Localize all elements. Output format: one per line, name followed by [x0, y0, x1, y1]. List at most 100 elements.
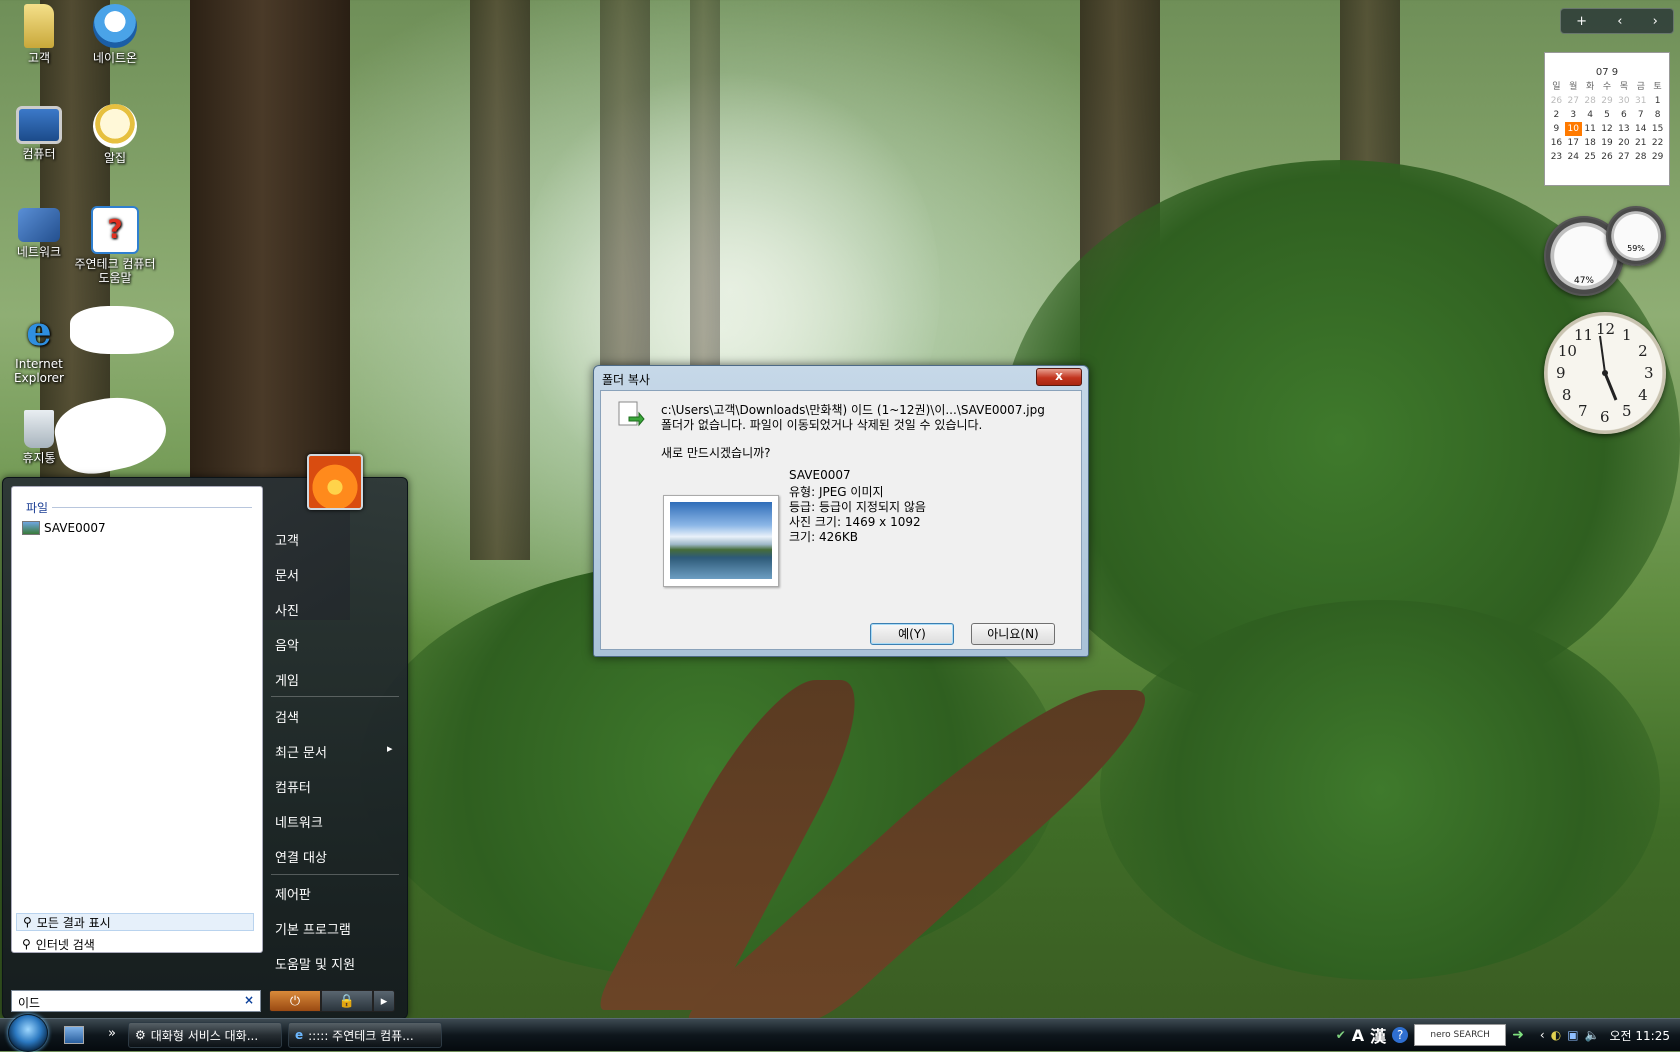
calendar-day[interactable]: 17	[1565, 136, 1582, 150]
clock-number: 4	[1638, 386, 1648, 404]
calendar-day[interactable]: 9	[1548, 122, 1565, 136]
desktop-icon-computer[interactable]: 컴퓨터	[0, 106, 78, 161]
show-all-results-link[interactable]: ⚲ 모든 결과 표시	[16, 913, 254, 931]
sm-item-help-support[interactable]: 도움말 및 지원	[275, 954, 355, 973]
calendar-day[interactable]: 27	[1615, 150, 1632, 164]
sm-item-customer[interactable]: 고객	[275, 530, 299, 549]
calendar-day[interactable]: 7	[1632, 108, 1649, 122]
calendar-day[interactable]: 11	[1582, 122, 1599, 136]
weekday-label: 토	[1653, 82, 1662, 92]
file-name: SAVE0007	[789, 468, 851, 482]
calendar-day[interactable]: 12	[1599, 122, 1616, 136]
sm-item-documents[interactable]: 문서	[275, 565, 299, 584]
calendar-grid: 일 월 화 수 목 금 토 26 27 28 29 30 31 1 2 3 4 5 6 7 8 9 10 11 1…	[1545, 78, 1669, 166]
calendar-day[interactable]: 13	[1615, 122, 1632, 136]
sm-item-default-programs[interactable]: 기본 프로그램	[275, 919, 351, 938]
desktop-icon-label: 컴퓨터	[22, 147, 56, 161]
calendar-day[interactable]: 20	[1615, 136, 1632, 150]
result-item-save0007[interactable]: SAVE0007	[22, 521, 106, 535]
start-search-input[interactable]: 이드 ×	[11, 990, 261, 1012]
calendar-day[interactable]: 31	[1632, 94, 1649, 108]
calendar-day[interactable]: 14	[1632, 122, 1649, 136]
calendar-day[interactable]: 10	[1564, 122, 1582, 136]
sm-item-music[interactable]: 음악	[275, 635, 299, 654]
help-icon[interactable]: ?	[1392, 1027, 1409, 1043]
task-interactive-services[interactable]: ⚙ 대화형 서비스 대화...	[128, 1022, 282, 1048]
tray-clock[interactable]: 오전 11:25	[1610, 1027, 1670, 1044]
ime-mode-icon[interactable]: A	[1352, 1026, 1364, 1045]
calendar-day[interactable]: 6	[1615, 108, 1632, 122]
calendar-day[interactable]: 28	[1582, 94, 1599, 108]
calendar-day[interactable]: 25	[1582, 150, 1599, 164]
calendar-day[interactable]: 29	[1649, 150, 1666, 164]
sm-item-search[interactable]: 검색	[275, 707, 299, 726]
sm-item-recent-documents[interactable]: 최근 문서	[275, 742, 327, 761]
calendar-day[interactable]: 2	[1548, 108, 1565, 122]
previous-icon[interactable]: ‹	[1617, 14, 1622, 29]
calendar-day[interactable]: 18	[1582, 136, 1599, 150]
quick-launch-more-icon[interactable]: »	[108, 1026, 116, 1041]
internet-search-link[interactable]: ⚲ 인터넷 검색	[16, 935, 254, 953]
calendar-day[interactable]: 19	[1599, 136, 1616, 150]
calendar-day[interactable]: 5	[1599, 108, 1616, 122]
lock-icon[interactable]: 🔒	[321, 990, 373, 1012]
calendar-day[interactable]: 23	[1548, 150, 1565, 164]
calendar-day[interactable]: 30	[1615, 94, 1632, 108]
user-picture[interactable]	[307, 454, 363, 510]
show-hidden-icons-chevron[interactable]: ‹	[1540, 1028, 1545, 1042]
calendar-day[interactable]: 22	[1649, 136, 1666, 150]
sm-item-computer[interactable]: 컴퓨터	[275, 777, 311, 796]
no-button[interactable]: 아니요(N)	[971, 623, 1055, 645]
calendar-day[interactable]: 26	[1548, 94, 1565, 108]
add-gadget-icon[interactable]: +	[1576, 14, 1587, 29]
clock-gadget[interactable]: 12 1 2 3 4 5 6 7 8 9 10 11	[1544, 312, 1666, 434]
calendar-day[interactable]: 8	[1649, 108, 1666, 122]
next-icon[interactable]: ›	[1653, 14, 1658, 29]
power-options-arrow-icon[interactable]: ▸	[373, 990, 395, 1012]
foliage	[1100, 600, 1660, 980]
system-tray: ✔ A 漢 ? nero SEARCH ➜ ‹ ◐ ▣ 🔈 오전 11:25	[1336, 1019, 1680, 1051]
desktop-icon-network[interactable]: 네트워크	[0, 208, 78, 259]
calendar-day[interactable]: 24	[1565, 150, 1582, 164]
clear-search-icon[interactable]: ×	[244, 993, 254, 1007]
sm-item-control-panel[interactable]: 제어판	[275, 884, 311, 903]
alzip-icon	[93, 104, 137, 148]
desktop-icon-help[interactable]: ? 주연테크 컴퓨터도움말	[72, 206, 158, 285]
desktop-icon-nateon[interactable]: 네이트온	[76, 4, 154, 65]
sm-item-pictures[interactable]: 사진	[275, 600, 299, 619]
task-ie-window[interactable]: e ::::: 주연테크 컴퓨...	[288, 1022, 442, 1048]
calendar-day[interactable]: 16	[1548, 136, 1565, 150]
go-arrow-icon[interactable]: ➜	[1512, 1027, 1524, 1043]
desktop-icon-customer[interactable]: 고객	[0, 4, 78, 65]
desktop-icon-alzip[interactable]: 알집	[76, 104, 154, 165]
connection-tray-icon[interactable]: ▣	[1567, 1028, 1578, 1042]
calendar-gadget[interactable]: 07 9 일 월 화 수 목 금 토 26 27 28 29 30 31 1 2 3 4 5 6 7 8 9…	[1544, 52, 1670, 186]
sm-item-connect-to[interactable]: 연결 대상	[275, 847, 327, 866]
calendar-day[interactable]: 27	[1565, 94, 1582, 108]
yes-button[interactable]: 예(Y)	[870, 623, 954, 645]
calendar-day[interactable]: 26	[1599, 150, 1616, 164]
desktop-icon-label: 알집	[103, 151, 127, 165]
calendar-day[interactable]: 4	[1582, 108, 1599, 122]
calendar-day[interactable]: 1	[1649, 94, 1666, 108]
hanja-icon[interactable]: 漢	[1370, 1023, 1386, 1047]
image-file-icon	[22, 521, 40, 535]
language-indicator-icon[interactable]: ✔	[1336, 1028, 1346, 1042]
start-button[interactable]	[8, 1014, 48, 1052]
nero-search-box[interactable]: nero SEARCH	[1414, 1024, 1507, 1046]
volume-icon[interactable]: 🔈	[1585, 1028, 1600, 1042]
sm-item-games[interactable]: 게임	[275, 670, 299, 689]
power-icon[interactable]: ⏻	[269, 990, 321, 1012]
calendar-day[interactable]: 21	[1632, 136, 1649, 150]
network-tray-icon[interactable]: ◐	[1551, 1028, 1561, 1042]
desktop-icon-label: 네이트온	[92, 51, 138, 65]
desktop-icon-label: 네트워크	[16, 245, 62, 259]
calendar-day[interactable]: 29	[1599, 94, 1616, 108]
close-icon[interactable]: x	[1036, 368, 1082, 386]
show-desktop-icon[interactable]	[64, 1026, 84, 1044]
sm-item-network[interactable]: 네트워크	[275, 812, 323, 831]
calendar-day[interactable]: 15	[1649, 122, 1666, 136]
calendar-day[interactable]: 28	[1632, 150, 1649, 164]
calendar-day[interactable]: 3	[1565, 108, 1582, 122]
desktop-icon-internet-explorer[interactable]: e Internet Explorer	[0, 310, 78, 386]
